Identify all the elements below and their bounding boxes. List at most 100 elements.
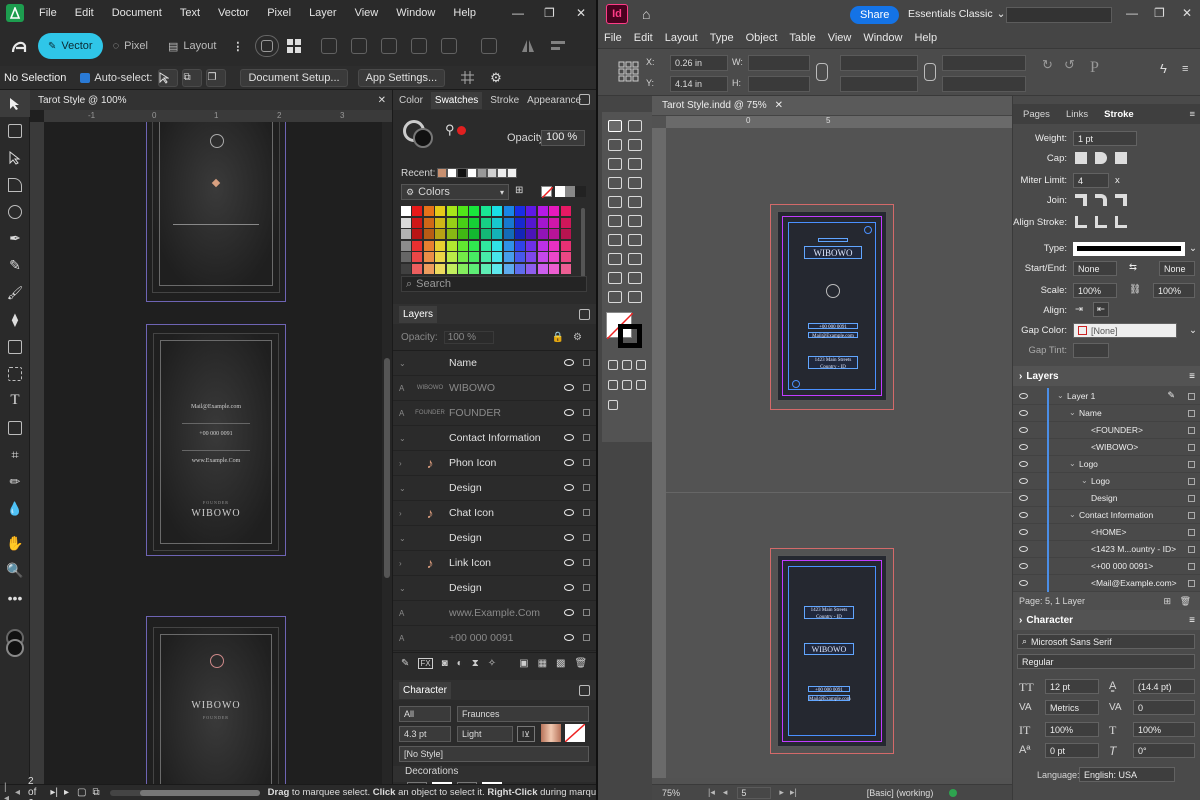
fill-stroke-icon[interactable] bbox=[606, 312, 646, 348]
palette-swatch[interactable] bbox=[549, 240, 560, 251]
pen-tool-icon[interactable] bbox=[608, 196, 622, 208]
visibility-eye-icon[interactable] bbox=[564, 634, 574, 641]
link-scale-icon[interactable]: ⛓ bbox=[1129, 284, 1141, 295]
palette-swatch[interactable] bbox=[480, 264, 491, 274]
layer-row[interactable]: ⌄ Contact Information bbox=[1013, 507, 1200, 524]
palette-swatch[interactable] bbox=[423, 240, 434, 251]
palette-swatch[interactable] bbox=[469, 206, 480, 216]
menu-view[interactable]: View bbox=[346, 7, 388, 19]
color-wells-icon[interactable] bbox=[0, 625, 30, 661]
boolean-subtract-icon[interactable] bbox=[351, 38, 368, 54]
eyedropper-icon[interactable]: ⚲ bbox=[445, 122, 455, 138]
align-icon[interactable] bbox=[551, 39, 566, 53]
align-inside-icon[interactable] bbox=[1095, 216, 1107, 228]
flip-p-icon[interactable]: P bbox=[1090, 59, 1099, 77]
layer-row[interactable]: A FOUNDER FOUNDER bbox=[393, 401, 596, 426]
palette-swatch[interactable] bbox=[503, 264, 514, 274]
constrain-proportions-icon[interactable] bbox=[816, 63, 828, 81]
palette-swatch[interactable] bbox=[537, 206, 548, 216]
round-cap-icon[interactable] bbox=[1095, 152, 1107, 164]
adobe-stock-search[interactable] bbox=[1006, 7, 1112, 23]
round-join-icon[interactable] bbox=[1095, 194, 1107, 206]
menu-type[interactable]: Type bbox=[704, 32, 740, 44]
boolean-add-icon[interactable] bbox=[321, 38, 338, 54]
view-mode-icon[interactable]: ▢ bbox=[77, 787, 86, 798]
text-layer-icon[interactable]: A bbox=[399, 609, 407, 618]
layer-row[interactable]: › ♪ Phon Icon bbox=[393, 451, 596, 476]
hourglass-icon[interactable]: ⧗ bbox=[472, 658, 479, 669]
layer-row[interactable]: ⌄ Name bbox=[393, 351, 596, 376]
palette-swatch[interactable] bbox=[526, 217, 537, 228]
palette-swatch[interactable] bbox=[446, 217, 457, 228]
visibility-eye-icon[interactable] bbox=[1019, 393, 1028, 399]
palette-swatch[interactable] bbox=[446, 252, 457, 263]
collapse-panel-icon[interactable] bbox=[579, 308, 590, 320]
visibility-eye-icon[interactable] bbox=[1019, 546, 1028, 552]
pencil-tool-icon[interactable]: ✎ bbox=[0, 252, 30, 279]
layer-lock-checkbox[interactable] bbox=[583, 634, 590, 641]
visibility-eye-icon[interactable] bbox=[564, 459, 574, 466]
palette-swatch[interactable] bbox=[412, 240, 423, 251]
menu-text[interactable]: Text bbox=[171, 7, 209, 19]
layer-lock-checkbox[interactable] bbox=[583, 509, 590, 516]
affinity-canvas[interactable]: Mail@Example.com +00 000 0091 www.Exampl… bbox=[44, 122, 382, 784]
expand-icon[interactable]: › bbox=[399, 559, 407, 568]
layer-row[interactable]: A +00 000 0091 bbox=[393, 626, 596, 651]
palette-swatch[interactable] bbox=[401, 217, 411, 228]
layer-row[interactable]: ⌄ Contact Information bbox=[393, 426, 596, 451]
menu-window[interactable]: Window bbox=[857, 32, 908, 44]
palette-swatch[interactable] bbox=[412, 206, 423, 216]
palette-swatch[interactable] bbox=[458, 206, 468, 216]
gap-tool-icon[interactable] bbox=[628, 139, 642, 151]
maximize-button[interactable]: ❐ bbox=[1154, 6, 1165, 20]
rectangle-tool-icon[interactable] bbox=[0, 333, 30, 360]
share-button[interactable]: Share bbox=[850, 6, 900, 24]
palette-swatch[interactable] bbox=[537, 217, 548, 228]
mail-text-frame[interactable]: Mail@Example.com bbox=[808, 332, 858, 339]
baseline-shift-field[interactable]: 0 pt bbox=[1045, 743, 1099, 758]
layer-settings-icon[interactable]: ⚙ bbox=[573, 332, 582, 343]
palette-swatch[interactable] bbox=[526, 240, 537, 251]
font-style-dropdown[interactable]: Regular bbox=[1017, 654, 1195, 669]
founder-text-frame[interactable] bbox=[818, 238, 848, 242]
swatch-search-input[interactable]: ⌕ Search bbox=[401, 276, 587, 292]
palette-swatch[interactable] bbox=[423, 217, 434, 228]
layer-row[interactable]: <Mail@Example.com> bbox=[1013, 575, 1200, 592]
palette-swatch[interactable] bbox=[458, 252, 468, 263]
palette-swatch[interactable] bbox=[526, 252, 537, 263]
palette-swatch[interactable] bbox=[515, 206, 525, 216]
palette-swatch[interactable] bbox=[423, 252, 434, 263]
palette-swatch[interactable] bbox=[412, 217, 423, 228]
layer-row[interactable]: ⌄ Design bbox=[393, 576, 596, 601]
font-size-field[interactable]: 12 pt bbox=[1045, 679, 1099, 694]
end-arrow-dropdown[interactable]: None bbox=[1159, 261, 1195, 276]
layer-lock-checkbox[interactable] bbox=[583, 409, 590, 416]
visibility-eye-icon[interactable] bbox=[1019, 495, 1028, 501]
layer-row[interactable]: Awww.Example.Com bbox=[393, 601, 596, 626]
palette-swatch[interactable] bbox=[503, 240, 514, 251]
visibility-eye-icon[interactable] bbox=[1019, 461, 1028, 467]
palette-swatch[interactable] bbox=[549, 252, 560, 263]
menu-layer[interactable]: Layer bbox=[300, 7, 346, 19]
layer-row[interactable]: ⌄ Logo bbox=[1013, 473, 1200, 490]
expand-icon[interactable]: ⌄ bbox=[1069, 510, 1076, 519]
kerning-field[interactable]: Metrics bbox=[1045, 700, 1099, 715]
menu-document[interactable]: Document bbox=[103, 7, 171, 19]
panel-menu-icon[interactable]: ≡ bbox=[1189, 109, 1195, 120]
visibility-eye-icon[interactable] bbox=[1019, 512, 1028, 518]
visibility-eye-icon[interactable] bbox=[564, 384, 574, 391]
panel-menu-icon[interactable]: ≡ bbox=[1189, 615, 1195, 626]
hand-tool-icon[interactable] bbox=[608, 291, 622, 303]
palette-swatch[interactable] bbox=[446, 264, 457, 274]
palette-swatch[interactable] bbox=[492, 206, 503, 216]
page-tool-icon[interactable] bbox=[608, 139, 622, 151]
layer-select-square[interactable] bbox=[1188, 563, 1195, 570]
weight-field[interactable]: 1 pt bbox=[1073, 131, 1137, 146]
text-layer-icon[interactable]: A bbox=[399, 634, 407, 643]
layer-row[interactable]: ⌄ Name bbox=[1013, 405, 1200, 422]
palette-swatch[interactable] bbox=[435, 252, 446, 263]
none-swatch[interactable] bbox=[541, 186, 553, 198]
snapping-grid-icon[interactable] bbox=[461, 71, 475, 84]
rotate-ccw-icon[interactable]: ↺ bbox=[1064, 57, 1075, 73]
constrain-scale-icon[interactable] bbox=[924, 63, 936, 81]
